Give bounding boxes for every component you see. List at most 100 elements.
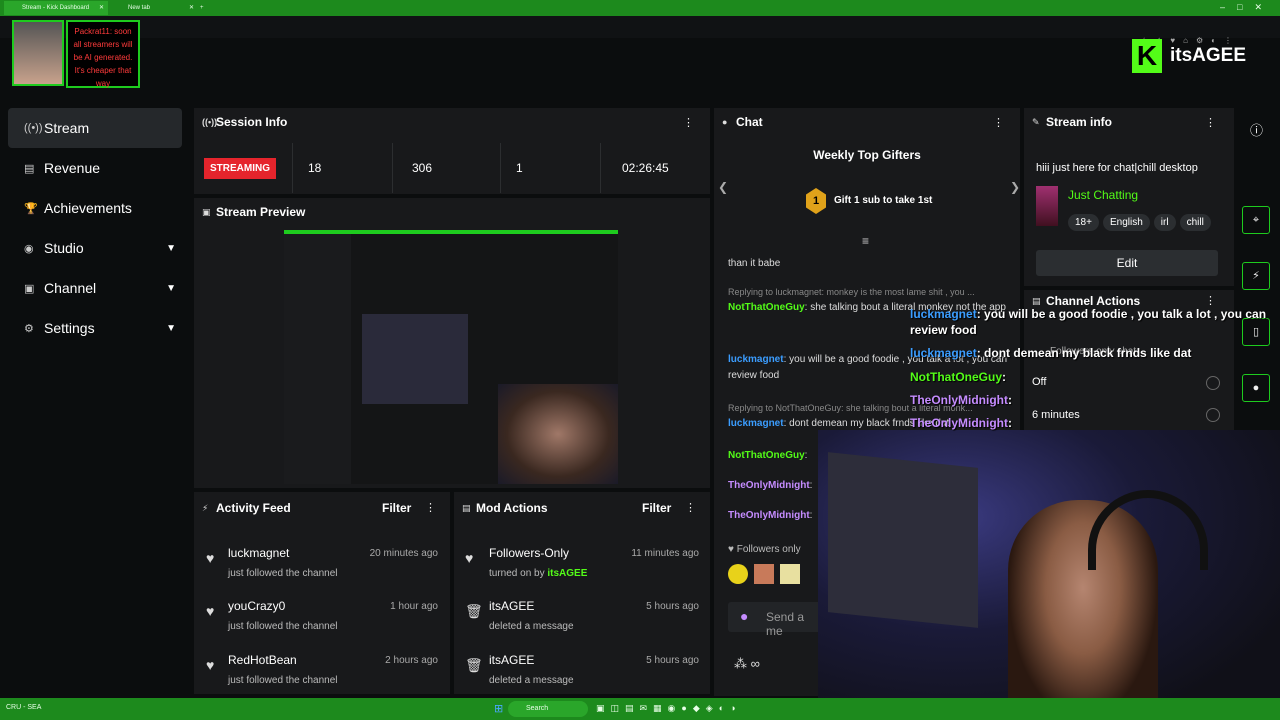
browser-tab-dashboard[interactable]: Stream - Kick Dashboard ✕ bbox=[4, 1, 108, 15]
stat-followers: 306 bbox=[412, 161, 433, 175]
chat-toggle-button[interactable]: ● bbox=[1242, 374, 1270, 402]
chat-username[interactable]: NotThatOneGuy bbox=[728, 302, 805, 313]
chat-username[interactable]: TheOnlyMidnight bbox=[728, 480, 810, 491]
sidebar: ((•)) Stream ▤ Revenue 🏆 Achievements ◉ … bbox=[0, 108, 190, 348]
edit-button[interactable]: Edit bbox=[1036, 250, 1218, 276]
chat-username[interactable]: NotThatOneGuy bbox=[728, 450, 805, 461]
filter-button[interactable]: Filter bbox=[642, 501, 671, 515]
chat-username[interactable]: TheOnlyMidnight bbox=[728, 510, 810, 521]
chat-message: than it babe bbox=[728, 256, 1008, 272]
sidebar-item-revenue[interactable]: ▤ Revenue bbox=[8, 148, 182, 188]
kebab-menu-icon[interactable]: ⋮ bbox=[1205, 116, 1216, 129]
filter-button[interactable]: Filter bbox=[382, 501, 411, 515]
weather-widget[interactable]: CRU - SEA bbox=[6, 704, 41, 711]
taskbar-app-icons[interactable]: ▣◫▤✉▦◉●◆◈◐◑ bbox=[596, 703, 742, 714]
sidebar-item-achievements[interactable]: 🏆 Achievements bbox=[8, 188, 182, 228]
mod-action-time: 11 minutes ago bbox=[631, 548, 699, 559]
overlay-username: luckmagnet bbox=[910, 346, 977, 360]
mod-action-desc: deleted a message bbox=[489, 675, 574, 686]
mod-action-time: 5 hours ago bbox=[646, 601, 699, 612]
panel-header: ● Chat bbox=[714, 108, 1020, 136]
trophy-icon: 🏆 bbox=[24, 202, 38, 215]
sidebar-item-label: Studio bbox=[44, 240, 84, 256]
screen-icon: ▣ bbox=[202, 206, 211, 217]
heart-icon: ♥ bbox=[206, 550, 215, 566]
trash-icon: 🗑 bbox=[465, 657, 483, 673]
emote-picker-icon[interactable]: ⁂ bbox=[734, 656, 747, 671]
overlay-text: dont demean my black frnds like dat bbox=[984, 346, 1192, 360]
chevron-down-icon[interactable]: ▼ bbox=[166, 323, 176, 334]
chat-message-text: : bbox=[809, 480, 813, 491]
emote-icon[interactable] bbox=[728, 564, 748, 584]
feed-action: just followed the channel bbox=[228, 675, 338, 686]
chevron-down-icon[interactable]: ▼ bbox=[166, 283, 176, 294]
kebab-menu-icon[interactable]: ⋮ bbox=[685, 501, 696, 514]
emote-icon[interactable] bbox=[754, 564, 774, 584]
followers-only-indicator: ♥ Followers only bbox=[728, 544, 801, 555]
sidebar-item-label: Stream bbox=[44, 120, 90, 136]
taskbar-search[interactable]: Search bbox=[508, 701, 588, 717]
chevron-left-icon[interactable]: ❮ bbox=[718, 180, 728, 194]
panel-header: ((•)) Session Info bbox=[194, 108, 710, 136]
tag-list: 18+ English irl chill bbox=[1068, 212, 1218, 231]
infinity-icon[interactable]: ∞ bbox=[751, 656, 760, 671]
channel-icon: ▣ bbox=[24, 282, 35, 295]
screenshot-button[interactable]: ⌖ bbox=[1242, 206, 1270, 234]
channel-name: itsAGEE bbox=[1170, 45, 1247, 66]
sidebar-item-channel[interactable]: ▣ Channel ▼ bbox=[8, 268, 182, 308]
bolt-icon: ⚡ bbox=[202, 502, 209, 513]
chat-tools[interactable]: ⁂ ∞ bbox=[734, 656, 760, 672]
tab-label: Stream - Kick Dashboard bbox=[22, 5, 90, 11]
list-item: ♥ youCrazy0 just followed the channel 1 … bbox=[206, 599, 442, 632]
sidebar-item-settings[interactable]: ⚙ Settings ▼ bbox=[8, 308, 182, 348]
emote-icon[interactable] bbox=[780, 564, 800, 584]
window-controls[interactable]: –□✕ bbox=[1220, 2, 1274, 13]
pinned-icon[interactable]: ≡ bbox=[862, 234, 869, 248]
gear-icon: ⚙ bbox=[24, 322, 34, 335]
kebab-menu-icon[interactable]: ⋮ bbox=[425, 501, 436, 514]
divider bbox=[500, 143, 501, 193]
gifter-text: Gift 1 sub to take 1st bbox=[834, 195, 933, 206]
close-icon[interactable]: ✕ bbox=[189, 1, 194, 15]
chat-username[interactable]: luckmagnet bbox=[728, 418, 784, 429]
kebab-menu-icon[interactable]: ⋮ bbox=[993, 116, 1004, 129]
panel-header: ⚡ Activity Feed bbox=[194, 492, 450, 524]
chat-message-text: than it babe bbox=[728, 258, 781, 269]
browser-tab-new[interactable]: New tab ✕ bbox=[110, 1, 198, 15]
stream-preview-video[interactable] bbox=[284, 230, 618, 484]
stream-icon: ((•)) bbox=[24, 122, 43, 134]
followers-only-value: Off bbox=[1032, 376, 1047, 388]
signal-icon: ((•)) bbox=[202, 117, 218, 127]
sidebar-item-studio[interactable]: ◉ Studio ▼ bbox=[8, 228, 182, 268]
sidebar-item-stream[interactable]: ((•)) Stream bbox=[8, 108, 182, 148]
feed-action: just followed the channel bbox=[228, 568, 338, 579]
info-icon[interactable]: ⓘ bbox=[1250, 120, 1263, 139]
new-tab-button[interactable]: + bbox=[196, 1, 204, 15]
list-item: ♥ RedHotBean just followed the channel 2… bbox=[206, 653, 442, 686]
chat-message: TheOnlyMidnight: bbox=[728, 478, 812, 494]
quick-action-button[interactable]: ⚡ bbox=[1242, 262, 1270, 290]
mod-actions-panel: ▤ Mod Actions Filter ⋮ ♥ Followers-Only … bbox=[454, 492, 710, 694]
heart-icon: ♥ bbox=[728, 544, 734, 555]
category-name[interactable]: Just Chatting bbox=[1068, 188, 1138, 202]
os-taskbar: CRU - SEA ⊞ Search ▣◫▤✉▦◉●◆◈◐◑ bbox=[0, 698, 1280, 720]
chevron-right-icon[interactable]: ❯ bbox=[1010, 180, 1020, 194]
radio-slow[interactable] bbox=[1206, 408, 1220, 422]
panel-title: Activity Feed bbox=[216, 501, 291, 515]
mod-action-user[interactable]: itsAGEE bbox=[547, 568, 587, 579]
feed-time: 20 minutes ago bbox=[369, 548, 438, 559]
windows-start-icon[interactable]: ⊞ bbox=[494, 702, 503, 715]
heart-icon: ♥ bbox=[206, 603, 215, 619]
microphone-icon[interactable]: ● bbox=[740, 608, 748, 624]
sidebar-item-label: Settings bbox=[44, 320, 95, 336]
gifters-title: Weekly Top Gifters bbox=[813, 148, 921, 162]
status-badge: STREAMING bbox=[204, 157, 276, 179]
kebab-menu-icon[interactable]: ⋮ bbox=[683, 116, 694, 129]
chevron-down-icon[interactable]: ▼ bbox=[166, 243, 176, 254]
chat-reply-context: Replying to luckmagnet: monkey is the mo… bbox=[728, 287, 975, 297]
close-icon[interactable]: ✕ bbox=[99, 1, 104, 15]
chat-username[interactable]: luckmagnet bbox=[728, 354, 784, 365]
list-item: ♥ luckmagnet just followed the channel 2… bbox=[206, 546, 442, 579]
chat-message-text: : bbox=[809, 510, 813, 521]
radio-off[interactable] bbox=[1206, 376, 1220, 390]
